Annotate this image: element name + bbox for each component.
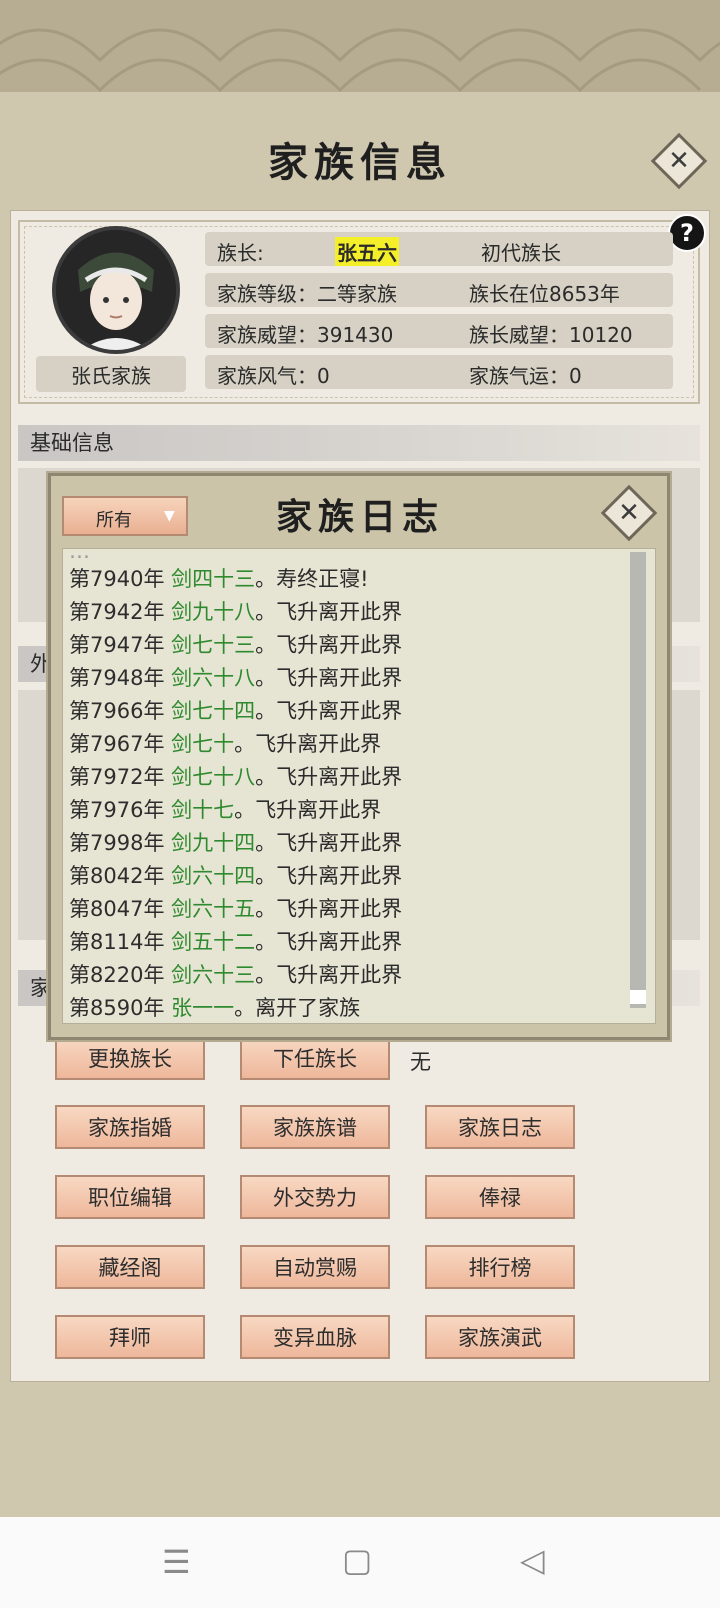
- log-entry: 第8114年 剑五十二。飞升离开此界: [69, 930, 403, 954]
- log-entry: 第7947年 剑七十三。飞升离开此界: [69, 633, 403, 657]
- log-entry: 第8042年 剑六十四。飞升离开此界: [69, 864, 403, 888]
- log-entry: 第7972年 剑七十八。飞升离开此界: [69, 765, 403, 789]
- leader-avatar[interactable]: [52, 226, 180, 354]
- family-tree-button[interactable]: 家族族谱: [240, 1105, 390, 1149]
- menu-icon[interactable]: ☰: [162, 1543, 191, 1581]
- system-navbar: ☰ ▢ ◁: [0, 1517, 720, 1608]
- atmosphere-row: 家族风气：0 家族气运：0: [205, 355, 673, 389]
- log-entry: 第7942年 剑九十八。飞升离开此界: [69, 600, 403, 624]
- next-leader-button[interactable]: 下任族长: [240, 1036, 390, 1080]
- log-scrollbar-thumb[interactable]: [630, 990, 646, 1004]
- diplomacy-button[interactable]: 外交势力: [240, 1175, 390, 1219]
- clan-name: 张氏家族: [36, 356, 186, 392]
- log-scrollbar[interactable]: [630, 552, 646, 1008]
- apprentice-button[interactable]: 拜师: [55, 1315, 205, 1359]
- close-button[interactable]: ✕: [650, 132, 708, 190]
- mutant-bloodline-button[interactable]: 变异血脉: [240, 1315, 390, 1359]
- clan-atmosphere: 家族风气：0: [217, 364, 330, 388]
- ranking-button[interactable]: 排行榜: [425, 1245, 575, 1289]
- scripture-hall-button[interactable]: 藏经阁: [55, 1245, 205, 1289]
- leader-prestige: 族长威望：10120: [469, 323, 633, 347]
- change-leader-button[interactable]: 更换族长: [55, 1036, 205, 1080]
- next-leader-value: 无: [410, 1050, 431, 1074]
- log-entry: 第8220年 剑六十三。飞升离开此界: [69, 963, 403, 987]
- close-icon: ✕: [618, 498, 640, 528]
- log-entry: 第7998年 剑九十四。飞升离开此界: [69, 831, 403, 855]
- modal-close-button[interactable]: ✕: [600, 484, 658, 542]
- leader-generation: 初代族长: [481, 241, 561, 265]
- leader-row: 族长: 张五六 初代族长: [205, 232, 673, 266]
- clan-fortune: 家族气运：0: [469, 364, 582, 388]
- back-icon[interactable]: ◁: [520, 1541, 545, 1579]
- page-title: 家族信息: [268, 139, 452, 186]
- level-row: 家族等级：二等家族 族长在位8653年: [205, 273, 673, 307]
- log-entry: 第7948年 剑六十八。飞升离开此界: [69, 666, 403, 690]
- dropdown-arrow-icon: ▼: [164, 508, 175, 524]
- family-log-button[interactable]: 家族日志: [425, 1105, 575, 1149]
- help-button[interactable]: ?: [668, 214, 706, 252]
- log-entry: 第7966年 剑七十四。飞升离开此界: [69, 699, 403, 723]
- leader-name[interactable]: 张五六: [335, 237, 399, 266]
- close-icon: ✕: [668, 146, 690, 176]
- salary-button[interactable]: 俸禄: [425, 1175, 575, 1219]
- filter-value: 所有: [96, 510, 132, 531]
- log-filter-dropdown[interactable]: 所有 ▼: [62, 496, 188, 536]
- leader-tenure: 族长在位8653年: [469, 282, 620, 306]
- log-entry: 第7967年 剑七十。飞升离开此界: [69, 732, 382, 756]
- log-entry: 第8047年 剑六十五。飞升离开此界: [69, 897, 403, 921]
- martial-drill-button[interactable]: 家族演武: [425, 1315, 575, 1359]
- position-edit-button[interactable]: 职位编辑: [55, 1175, 205, 1219]
- log-list[interactable]: … 第7940年 剑四十三。寿终正寝! 第7942年 剑九十八。飞升离开此界 第…: [62, 548, 656, 1024]
- log-entry: 第8590年 张一一。离开了家族: [69, 996, 361, 1020]
- home-icon[interactable]: ▢: [342, 1541, 372, 1579]
- section-basic-info: 基础信息: [18, 425, 700, 461]
- auto-reward-button[interactable]: 自动赏赐: [240, 1245, 390, 1289]
- top-decoration: [0, 0, 720, 100]
- clan-level: 家族等级：二等家族: [217, 282, 397, 306]
- clan-prestige: 家族威望：391430: [217, 323, 394, 347]
- arrange-marriage-button[interactable]: 家族指婚: [55, 1105, 205, 1149]
- prestige-row: 家族威望：391430 族长威望：10120: [205, 314, 673, 348]
- log-entry: 第7940年 剑四十三。寿终正寝!: [69, 567, 369, 591]
- log-entry: 第7976年 剑十七。飞升离开此界: [69, 798, 382, 822]
- leader-label: 族长:: [217, 241, 264, 265]
